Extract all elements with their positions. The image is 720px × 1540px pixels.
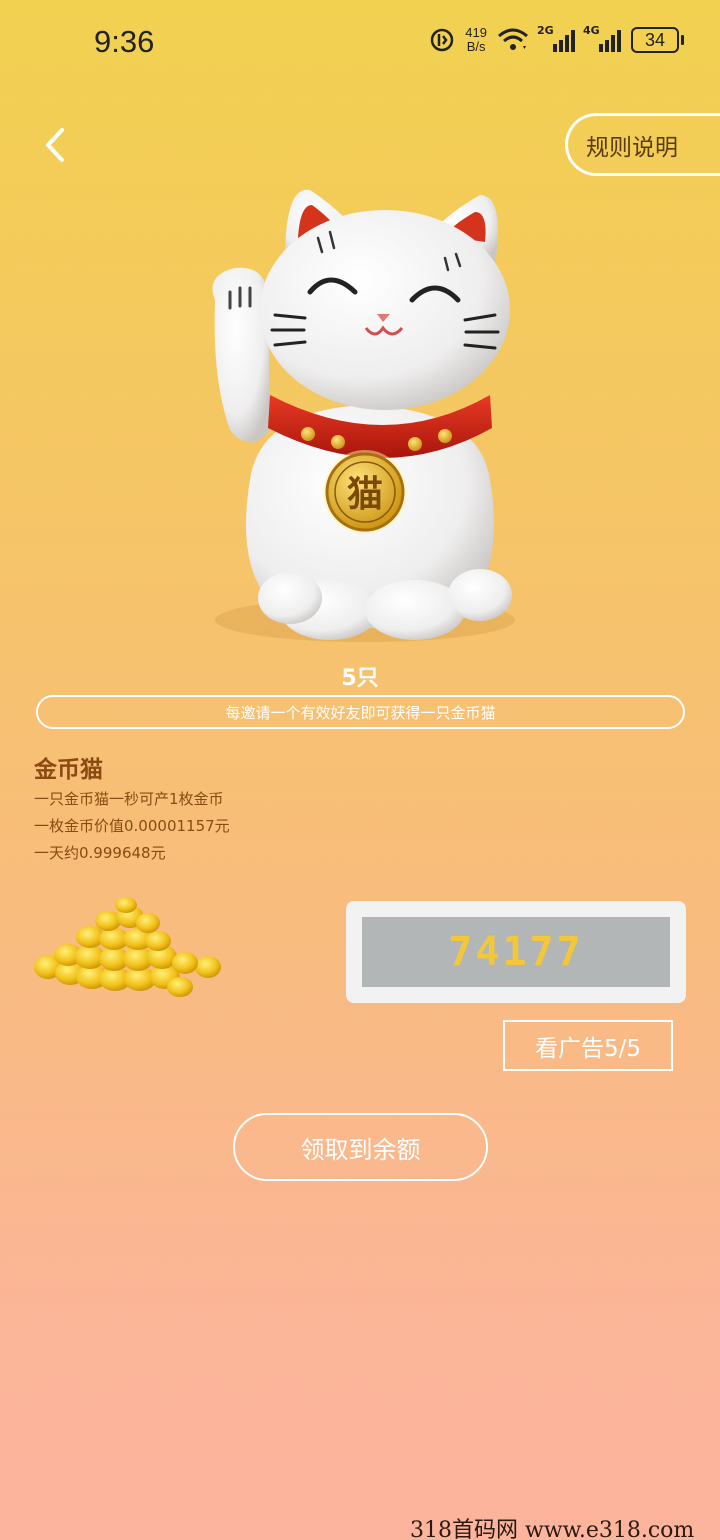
signal-2g-icon: 2G bbox=[537, 24, 575, 52]
rules-button[interactable]: 规则说明 bbox=[565, 113, 720, 176]
cat-count: 5只 bbox=[341, 666, 379, 691]
medal-character: 猫 bbox=[347, 473, 383, 515]
info-line: 一天约0.999648元 bbox=[34, 844, 166, 862]
coin-pile-image bbox=[30, 895, 230, 1005]
coin-counter-value: 74177 bbox=[362, 917, 670, 987]
status-bar: 9:36 419 B/s 2G 4G 34 bbox=[0, 0, 720, 86]
network-speed-unit: B/s bbox=[466, 39, 486, 54]
battery-level: 34 bbox=[631, 27, 679, 53]
data-saver-icon bbox=[431, 28, 454, 52]
status-time: 9:36 bbox=[94, 24, 155, 59]
signal-4g-label: 4G bbox=[583, 24, 600, 37]
coin-counter: 74177 bbox=[346, 901, 686, 1003]
signal-4g-icon: 4G bbox=[583, 24, 621, 52]
info-title: 金币猫 bbox=[34, 757, 103, 783]
wifi-icon bbox=[498, 28, 528, 50]
info-line: 一枚金币价值0.00001157元 bbox=[34, 817, 230, 835]
info-line: 一只金币猫一秒可产1枚金币 bbox=[34, 790, 224, 808]
lucky-cat-illustration: 猫 bbox=[190, 180, 530, 650]
battery-icon: 34 bbox=[631, 27, 684, 53]
back-button[interactable] bbox=[36, 122, 76, 168]
invite-banner: 每邀请一个有效好友即可获得一只金币猫 bbox=[36, 695, 685, 729]
watch-ad-button[interactable]: 看广告5/5 bbox=[503, 1020, 673, 1071]
network-speed: 419 B/s bbox=[465, 26, 487, 54]
status-icons: 419 B/s 2G 4G 34 bbox=[429, 24, 684, 54]
network-speed-value: 419 bbox=[465, 25, 487, 40]
claim-to-balance-button[interactable]: 领取到余额 bbox=[233, 1113, 488, 1181]
watermark: 318首码网 www.e318.com bbox=[410, 1518, 695, 1540]
signal-2g-label: 2G bbox=[537, 24, 554, 37]
chevron-left-icon bbox=[46, 128, 64, 162]
